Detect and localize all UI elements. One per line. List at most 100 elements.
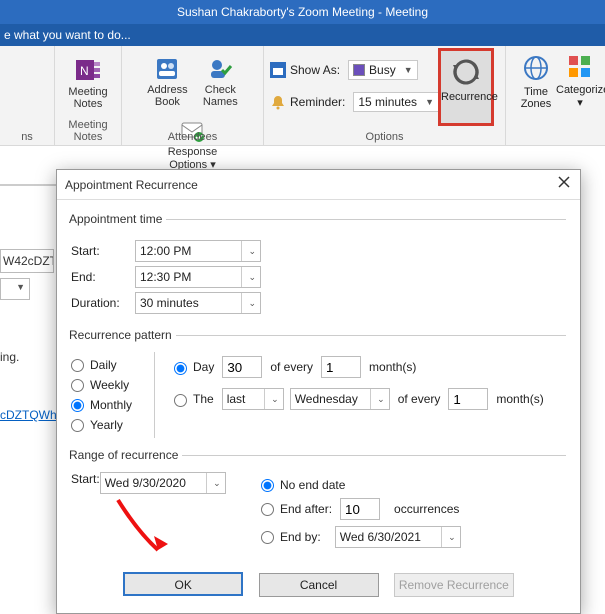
- day-label: Day: [193, 360, 214, 374]
- duration-dropdown[interactable]: 30 minutes⌄: [135, 292, 261, 314]
- close-icon: [558, 176, 570, 188]
- radio-label: Yearly: [90, 418, 123, 432]
- monthly-by-the-radio[interactable]: [174, 394, 187, 407]
- ribbon-group-options: Show As: Busy ▼ Reminder: 15 minutes ▼ R…: [264, 46, 506, 145]
- pattern-monthly[interactable]: Monthly: [71, 398, 148, 412]
- meeting-notes-label: Meeting Notes: [68, 86, 107, 110]
- monthly-by-day-radio[interactable]: [174, 362, 187, 375]
- ribbon-group-tags: Time Zones Categorize ▾: [506, 46, 605, 145]
- no-end-date-radio[interactable]: No end date: [261, 478, 566, 492]
- ribbon-group-attendees: Address Book Check Names Response Option…: [122, 46, 264, 145]
- end-by-dropdown[interactable]: Wed 6/30/2021 ⌄: [335, 526, 461, 548]
- end-time-dropdown[interactable]: 12:30 PM ⌄: [135, 266, 261, 288]
- reminder-combo[interactable]: 15 minutes ▼: [353, 92, 439, 112]
- ribbon-group-label: ns: [0, 131, 54, 143]
- months-label: month(s): [369, 360, 416, 374]
- ribbon-group-meeting-notes: N Meeting Notes Meeting Notes: [55, 46, 122, 145]
- ok-button[interactable]: OK: [123, 572, 243, 596]
- end-time-label: End:: [71, 270, 135, 284]
- weekday-dropdown[interactable]: Wednesday ⌄: [290, 388, 390, 410]
- ribbon-group-actions: ns: [0, 46, 55, 145]
- recurrence-pattern-section: Recurrence pattern Daily Weekly Monthly …: [71, 328, 566, 438]
- section-label: Appointment time: [69, 212, 166, 226]
- recurrence-label: Recurrence: [441, 91, 498, 103]
- chevron-down-icon: ⌄: [370, 389, 385, 409]
- check-names-label: Check Names: [203, 84, 238, 108]
- range-section: Range of recurrence Start: Wed 9/30/2020…: [71, 448, 566, 554]
- pattern-yearly[interactable]: Yearly: [71, 418, 148, 432]
- end-after-n-input[interactable]: [340, 498, 380, 520]
- onenote-icon: N: [74, 56, 102, 84]
- address-book-icon: [154, 56, 180, 82]
- tellme-bar[interactable]: e what you want to do...: [0, 24, 605, 46]
- pattern-daily[interactable]: Daily: [71, 358, 148, 372]
- end-time-value: 12:30 PM: [140, 270, 191, 284]
- end-by-radio[interactable]: End by: Wed 6/30/2021 ⌄: [261, 526, 566, 548]
- chevron-down-icon: ⌄: [241, 241, 256, 261]
- appointment-time-section: Appointment time Start: 12:00 PM⌄ End: 1…: [71, 212, 566, 318]
- meeting-notes-button[interactable]: N Meeting Notes: [62, 52, 113, 110]
- day-number-input[interactable]: [222, 356, 262, 378]
- start-time-label: Start:: [71, 244, 135, 258]
- recurrence-icon: [451, 57, 481, 87]
- chevron-down-icon: ▼: [404, 65, 413, 75]
- range-start-dropdown[interactable]: Wed 9/30/2020⌄: [100, 472, 226, 494]
- reminder-label: Reminder:: [290, 95, 345, 109]
- dialog-button-bar: OK Cancel Remove Recurrence: [71, 564, 566, 601]
- categorize-icon: [567, 54, 593, 80]
- showas-value: Busy: [369, 63, 396, 77]
- svg-text:N: N: [80, 64, 89, 78]
- showas-combo[interactable]: Busy ▼: [348, 60, 418, 80]
- chevron-down-icon: ⌄: [241, 293, 256, 313]
- categorize-label: Categorize ▾: [556, 84, 604, 109]
- radio-label: End by:: [280, 530, 321, 544]
- ribbon-group-label: Options: [264, 131, 505, 143]
- chevron-down-icon[interactable]: ▼: [16, 282, 25, 292]
- recurrence-button[interactable]: Recurrence: [438, 48, 494, 126]
- bg-text: ing.: [0, 350, 19, 364]
- ribbon-group-label: Attendees: [122, 131, 263, 143]
- chevron-down-icon: ▼: [425, 97, 434, 107]
- ribbon-group-label: Meeting Notes: [55, 119, 121, 143]
- chevron-down-icon: ⌄: [441, 527, 456, 547]
- globe-icon: [522, 54, 550, 82]
- radio-label: End after:: [280, 502, 332, 516]
- months-label: month(s): [496, 392, 543, 406]
- busy-color-swatch: [353, 64, 365, 76]
- categorize-button[interactable]: Categorize ▾: [556, 48, 604, 126]
- ribbon: ns N Meeting Notes Meeting Notes Address…: [0, 46, 605, 146]
- range-start-value: Wed 9/30/2020: [105, 476, 186, 490]
- radio-label: Daily: [90, 358, 117, 372]
- showas-icon: [270, 62, 286, 78]
- start-time-dropdown[interactable]: 12:00 PM⌄: [135, 240, 261, 262]
- address-book-button[interactable]: Address Book: [141, 52, 193, 108]
- dialog-close-button[interactable]: [554, 174, 574, 194]
- end-by-value: Wed 6/30/2021: [340, 530, 421, 544]
- every-n-months-input-2[interactable]: [448, 388, 488, 410]
- pattern-weekly[interactable]: Weekly: [71, 378, 148, 392]
- cancel-button[interactable]: Cancel: [259, 573, 379, 597]
- dialog-title: Appointment Recurrence: [65, 178, 198, 192]
- every-n-months-input[interactable]: [321, 356, 361, 378]
- check-names-button[interactable]: Check Names: [197, 52, 244, 108]
- end-after-radio[interactable]: End after: occurrences: [261, 498, 566, 520]
- response-options-label: Response Options ▾: [168, 146, 218, 171]
- bg-link[interactable]: cDZTQWh: [0, 408, 57, 422]
- chevron-down-icon: ⌄: [241, 267, 256, 287]
- duration-label: Duration:: [71, 296, 135, 310]
- bell-icon: [270, 94, 286, 110]
- ordinal-value: last: [227, 392, 246, 406]
- occurrences-label: occurrences: [394, 502, 459, 516]
- section-label: Range of recurrence: [69, 448, 182, 462]
- radio-label: Weekly: [90, 378, 129, 392]
- radio-label: No end date: [280, 478, 345, 492]
- address-book-label: Address Book: [147, 84, 187, 108]
- weekday-value: Wednesday: [295, 392, 358, 406]
- ordinal-dropdown[interactable]: last ⌄: [222, 388, 284, 410]
- section-label: Recurrence pattern: [69, 328, 176, 342]
- showas-label: Show As:: [290, 63, 340, 77]
- check-names-icon: [207, 56, 233, 82]
- chevron-down-icon: ⌄: [264, 389, 279, 409]
- the-label: The: [193, 392, 214, 406]
- radio-label: Monthly: [90, 398, 132, 412]
